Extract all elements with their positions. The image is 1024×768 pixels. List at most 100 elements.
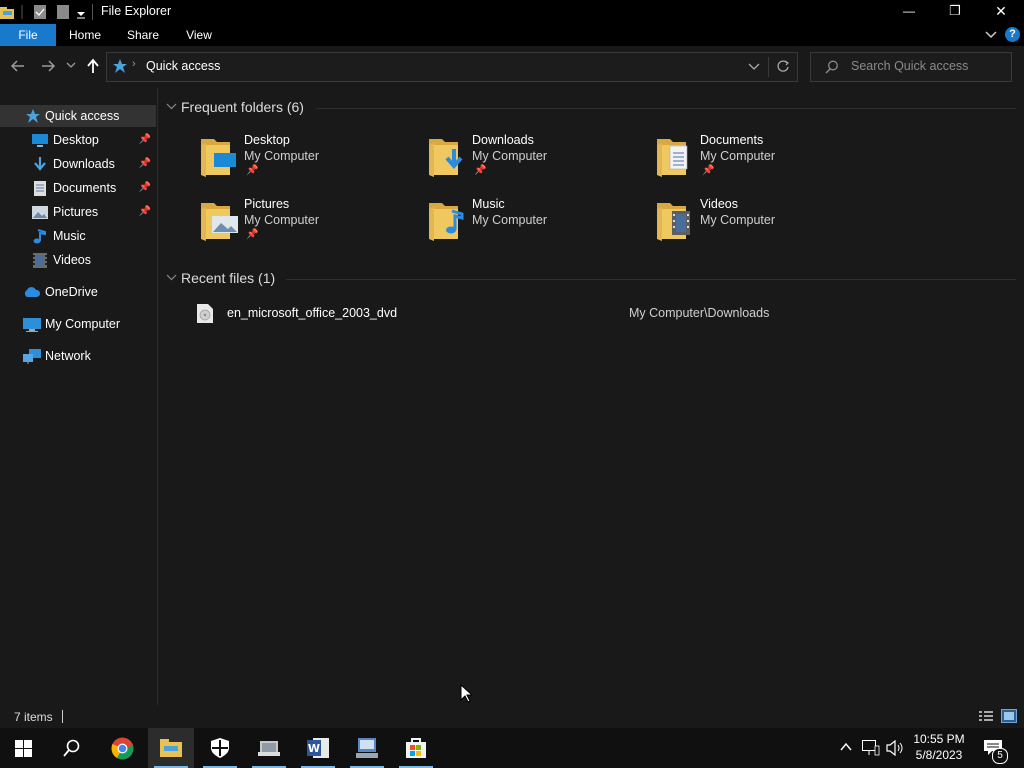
picture-icon	[32, 206, 48, 219]
folder-name: Desktop	[244, 133, 290, 147]
navigation-bar: › Quick access Search Quick access	[0, 46, 1024, 88]
search-input[interactable]: Search Quick access	[810, 52, 1012, 82]
nav-item-videos[interactable]: Videos	[0, 249, 156, 271]
expand-ribbon-icon[interactable]	[984, 29, 998, 41]
folder-location: My Computer	[472, 213, 548, 227]
folder-tile-pictures[interactable]: Pictures My Computer 📌	[198, 197, 418, 253]
quick-access-toolbar	[0, 5, 85, 19]
show-hidden-icons-icon[interactable]	[840, 742, 852, 752]
back-arrow-icon[interactable]	[10, 59, 26, 73]
breadcrumb-separator-icon: ›	[132, 58, 136, 70]
folder-name: Music	[472, 197, 505, 211]
folder-location: My Computer	[244, 213, 320, 227]
up-arrow-icon[interactable]	[85, 58, 101, 74]
nav-item-desktop[interactable]: Desktop 📌	[0, 129, 156, 151]
customize-toolbar-icon[interactable]	[77, 12, 85, 19]
breadcrumb-quick-access[interactable]: Quick access	[146, 59, 220, 73]
nav-item-onedrive[interactable]: OneDrive	[0, 281, 156, 303]
pin-icon: 📌	[474, 165, 487, 176]
folder-tile-documents[interactable]: Documents My Computer 📌	[654, 133, 874, 189]
app-taskbar-button[interactable]	[246, 728, 292, 768]
tab-home[interactable]: Home	[60, 24, 110, 46]
content-pane: Frequent folders (6) Desktop My Computer 📌…	[158, 88, 1024, 705]
network-icon	[23, 349, 41, 364]
details-view-icon[interactable]	[979, 710, 993, 722]
close-button[interactable]: ✕	[978, 0, 1024, 24]
item-count: 7 items	[14, 710, 53, 724]
chrome-taskbar-button[interactable]	[99, 728, 145, 768]
new-folder-icon[interactable]	[57, 5, 69, 19]
download-arrow-icon	[34, 157, 46, 171]
nav-item-pictures[interactable]: Pictures 📌	[0, 201, 156, 223]
onedrive-cloud-icon	[24, 287, 41, 297]
collapse-chevron-icon[interactable]	[166, 274, 177, 282]
search-icon	[825, 60, 838, 74]
clock[interactable]: 10:55 PM 5/8/2023	[905, 731, 973, 763]
window-title: File Explorer	[101, 4, 172, 18]
app-taskbar-button[interactable]	[344, 728, 390, 768]
music-note-icon	[33, 229, 46, 244]
mouse-cursor-icon	[460, 684, 472, 703]
folder-location: My Computer	[472, 149, 548, 163]
windows-logo-icon	[15, 740, 32, 757]
address-bar[interactable]: › Quick access	[106, 52, 798, 82]
folder-name: Documents	[700, 133, 764, 147]
tab-share[interactable]: Share	[118, 24, 168, 46]
quick-access-star-icon	[113, 59, 127, 73]
tab-file[interactable]: File	[0, 24, 56, 46]
volume-icon[interactable]	[886, 740, 904, 756]
security-taskbar-button[interactable]	[197, 728, 243, 768]
nav-item-network[interactable]: Network	[0, 345, 156, 367]
close-icon: ✕	[995, 3, 1007, 19]
minimize-icon: —	[903, 4, 915, 18]
folder-tile-videos[interactable]: Videos My Computer	[654, 197, 874, 253]
nav-item-music[interactable]: Music	[0, 225, 156, 247]
recent-locations-icon[interactable]	[66, 62, 76, 70]
forward-arrow-icon[interactable]	[40, 59, 56, 73]
nav-label-videos: Videos	[53, 253, 91, 267]
action-center-button[interactable]: 5	[978, 728, 1024, 768]
nav-label-network: Network	[45, 349, 91, 363]
word-icon: W	[307, 738, 329, 758]
status-bar: 7 items	[0, 705, 1024, 728]
store-taskbar-button[interactable]	[393, 728, 439, 768]
search-taskbar-button[interactable]	[49, 728, 95, 768]
recent-files-header[interactable]: Recent files (1)	[181, 270, 275, 286]
help-button[interactable]: ?	[1005, 27, 1020, 42]
network-tray-icon[interactable]	[862, 740, 880, 756]
word-taskbar-button[interactable]: W	[295, 728, 341, 768]
notification-count-badge: 5	[992, 748, 1008, 764]
section-divider	[316, 108, 1016, 109]
navigation-pane: Quick access Desktop 📌 Downloads 📌 Docum…	[0, 88, 158, 705]
start-button[interactable]	[0, 728, 46, 768]
address-history-icon[interactable]	[748, 63, 760, 71]
nav-item-quick-access[interactable]: Quick access	[0, 105, 156, 127]
restore-button[interactable]: ❐	[932, 0, 978, 24]
folder-tile-desktop[interactable]: Desktop My Computer 📌	[198, 133, 418, 189]
pin-icon: 📌	[246, 165, 259, 176]
nav-item-downloads[interactable]: Downloads 📌	[0, 153, 156, 175]
tab-view[interactable]: View	[176, 24, 222, 46]
nav-item-my-computer[interactable]: My Computer	[0, 313, 156, 335]
clock-time: 10:55 PM	[913, 732, 965, 746]
list-item[interactable]: en_microsoft_office_2003_dvd My Computer…	[194, 302, 994, 326]
explorer-taskbar-button[interactable]	[148, 728, 194, 768]
nav-label-onedrive: OneDrive	[45, 285, 98, 299]
control-panel-icon	[258, 741, 280, 756]
folder-tile-downloads[interactable]: Downloads My Computer 📌	[426, 133, 646, 189]
explorer-app-icon	[0, 7, 14, 19]
star-icon	[26, 109, 40, 123]
frequent-folders-header[interactable]: Frequent folders (6)	[181, 99, 304, 115]
nav-label-music: Music	[53, 229, 86, 243]
properties-icon[interactable]	[34, 5, 46, 19]
pin-icon: 📌	[138, 182, 151, 193]
collapse-chevron-icon[interactable]	[166, 103, 177, 111]
section-divider	[286, 279, 1016, 280]
refresh-icon[interactable]	[776, 59, 790, 73]
recent-file-path: My Computer\Downloads	[629, 306, 770, 320]
minimize-button[interactable]: —	[886, 0, 932, 24]
nav-item-documents[interactable]: Documents 📌	[0, 177, 156, 199]
folder-tile-music[interactable]: Music My Computer	[426, 197, 646, 253]
large-icons-view-icon[interactable]	[1001, 709, 1017, 723]
document-icon	[34, 181, 46, 196]
